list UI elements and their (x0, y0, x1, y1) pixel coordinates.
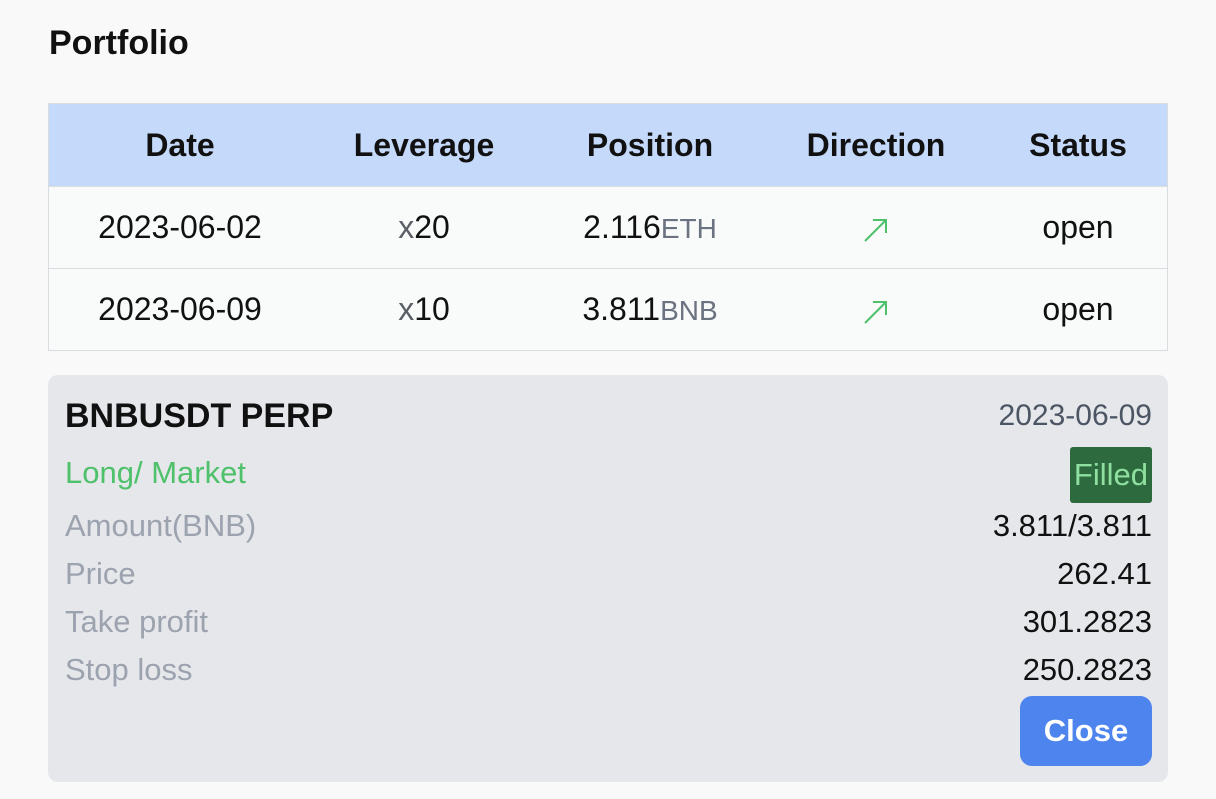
order-date: 2023-06-09 (998, 399, 1152, 432)
status-badge: Filled (1069, 447, 1152, 503)
cell-direction (763, 291, 989, 328)
close-button[interactable]: Close (1020, 696, 1152, 766)
leverage-value: 10 (414, 291, 450, 327)
position-unit: BNB (660, 295, 718, 326)
table-row[interactable]: 2023-06-09 x10 3.811BNB open (49, 269, 1167, 350)
price-value: 262.41 (1057, 556, 1152, 591)
position-amount: 2.116 (583, 209, 661, 245)
leverage-prefix: x (398, 209, 415, 245)
cell-date: 2023-06-09 (98, 291, 262, 327)
order-detail-card: BNBUSDT PERP 2023-06-09 Long/ Market Fil… (48, 375, 1168, 782)
amount-label: Amount(BNB) (65, 508, 257, 543)
portfolio-table: Date Leverage Position Direction Status … (48, 103, 1168, 351)
position-unit: ETH (660, 213, 717, 244)
cell-position: 2.116ETH (537, 209, 763, 246)
portfolio-page: Portfolio Date Leverage Position Directi… (0, 0, 1216, 799)
cell-status: open (1042, 291, 1114, 327)
price-label: Price (65, 556, 136, 591)
header-direction: Direction (806, 126, 946, 163)
table-header: Date Leverage Position Direction Status (49, 104, 1167, 187)
cell-date: 2023-06-02 (98, 209, 262, 245)
leverage-value: 20 (414, 209, 450, 245)
order-symbol: BNBUSDT PERP (65, 397, 334, 435)
leverage-prefix: x (398, 291, 415, 327)
header-status: Status (1029, 126, 1127, 163)
take-profit-value: 301.2823 (1022, 604, 1152, 639)
stop-loss-value: 250.2823 (1022, 652, 1152, 687)
arrow-up-right-icon (864, 218, 887, 242)
page-title: Portfolio (49, 24, 189, 62)
position-amount: 3.811 (582, 291, 661, 327)
header-position: Position (586, 126, 714, 163)
cell-position: 3.811BNB (537, 291, 763, 328)
stop-loss-label: Stop loss (65, 652, 193, 687)
arrow-up-right-icon (864, 300, 887, 324)
order-side: Long/ Market (65, 455, 246, 490)
cell-leverage: x20 (311, 209, 537, 246)
cell-leverage: x10 (311, 291, 537, 328)
take-profit-label: Take profit (65, 604, 209, 639)
cell-direction (763, 209, 989, 246)
header-date: Date (145, 126, 215, 163)
amount-value: 3.811/3.811 (992, 508, 1152, 543)
header-leverage: Leverage (353, 126, 495, 163)
table-row[interactable]: 2023-06-02 x20 2.116ETH open (49, 187, 1167, 269)
cell-status: open (1042, 209, 1114, 245)
